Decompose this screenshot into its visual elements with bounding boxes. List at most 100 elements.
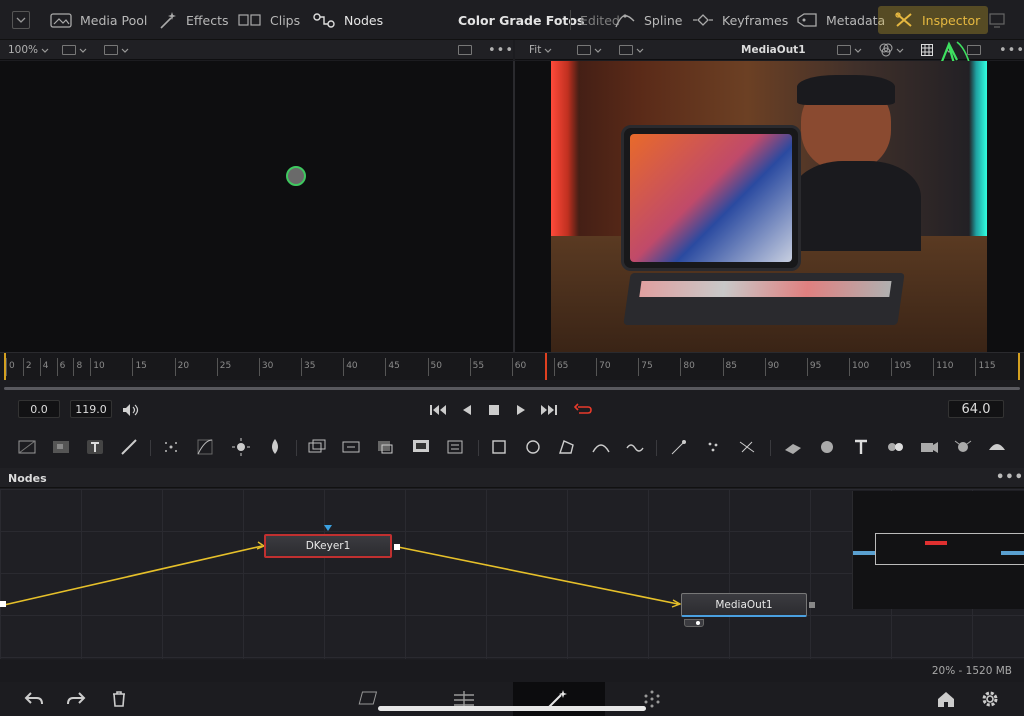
stop-button[interactable] xyxy=(485,401,503,419)
ruler-tick xyxy=(764,358,766,376)
lut-dropdown[interactable] xyxy=(837,43,862,57)
ruler-tick xyxy=(722,358,724,376)
redo-button[interactable] xyxy=(64,688,88,710)
fit-dropdown[interactable]: Fit xyxy=(529,43,552,57)
color-corrector-tool-icon[interactable] xyxy=(264,436,286,458)
media-pool-button[interactable]: Media Pool xyxy=(50,0,147,40)
spline-button[interactable]: Spline xyxy=(614,0,682,40)
left-viewer-more-icon[interactable]: ••• xyxy=(488,43,514,58)
ruler-tick xyxy=(638,358,640,376)
undo-button[interactable] xyxy=(22,688,46,710)
ruler-label: 25 xyxy=(219,361,232,371)
clips-button[interactable]: Clips xyxy=(238,0,300,40)
left-viewer-layout-button[interactable] xyxy=(458,43,472,57)
mediaout-output-port[interactable] xyxy=(809,602,815,608)
time-ruler[interactable]: 0 2 4 6 8 10 15 20 25 30 35 40 45 50 55 60 65 70 75 80 85 90 9… xyxy=(0,352,1024,381)
input-port[interactable] xyxy=(0,601,6,607)
nodes-button[interactable]: Nodes xyxy=(312,0,383,40)
play-button[interactable] xyxy=(512,401,530,419)
metadata-button[interactable]: Metadata xyxy=(796,0,885,40)
right-viewer-more-icon[interactable]: ••• xyxy=(999,43,1024,58)
nodes-more-icon[interactable]: ••• xyxy=(996,470,1024,485)
node-view-indicator[interactable] xyxy=(684,619,704,627)
particle-render-tool-icon[interactable] xyxy=(702,436,724,458)
play-reverse-button[interactable] xyxy=(458,401,476,419)
inspector-label: Inspector xyxy=(922,12,981,28)
loop-button[interactable] xyxy=(574,401,592,419)
audio-toggle[interactable] xyxy=(122,401,140,419)
left-viewer[interactable] xyxy=(0,61,513,352)
background-tool-icon[interactable] xyxy=(16,436,38,458)
fast-noise-tool-icon[interactable] xyxy=(50,436,72,458)
workspace-menu-button[interactable] xyxy=(12,11,30,29)
shape-3d-tool-icon[interactable] xyxy=(816,436,838,458)
playhead[interactable] xyxy=(545,353,547,381)
grid-toggle[interactable] xyxy=(921,43,933,57)
tracker-tool-icon[interactable] xyxy=(624,436,646,458)
node-graph[interactable]: DKeyer1 MediaOut1 xyxy=(0,489,1024,659)
channel-booleans-tool-icon[interactable] xyxy=(340,436,362,458)
render-start-marker[interactable] xyxy=(4,353,6,381)
particles-tool-icon[interactable] xyxy=(160,436,182,458)
chevron-down-icon xyxy=(79,48,87,53)
merge-3d-tool-icon[interactable] xyxy=(884,436,906,458)
ruler-tick xyxy=(680,358,682,376)
channel-dropdown[interactable] xyxy=(577,43,602,57)
image-plane-3d-tool-icon[interactable] xyxy=(782,436,804,458)
keyframes-button[interactable]: Keyframes xyxy=(692,0,788,40)
render-end-marker[interactable] xyxy=(1018,353,1020,381)
global-end-time[interactable]: 119.0 xyxy=(70,400,112,418)
ellipse-mask-tool-icon[interactable] xyxy=(522,436,544,458)
divider xyxy=(770,440,771,456)
chevron-down-icon xyxy=(16,17,26,23)
particle-style-tool-icon[interactable] xyxy=(736,436,758,458)
luma-keyer-tool-icon[interactable] xyxy=(410,436,432,458)
right-viewer[interactable] xyxy=(515,61,1024,352)
matte-control-tool-icon[interactable] xyxy=(374,436,396,458)
go-to-end-button[interactable] xyxy=(540,401,558,419)
nodes-panel-title: Nodes xyxy=(8,472,47,485)
mask-input-triangle-icon[interactable] xyxy=(324,525,332,531)
inspector-button[interactable]: Inspector xyxy=(878,6,988,34)
effects-button[interactable]: Effects xyxy=(158,0,229,40)
camera-3d-tool-icon[interactable] xyxy=(918,436,940,458)
brightness-contrast-tool-icon[interactable] xyxy=(230,436,252,458)
ruler-tick xyxy=(596,358,598,376)
node-dkeyer1[interactable]: DKeyer1 xyxy=(264,534,392,558)
control-point-handle[interactable] xyxy=(286,166,306,186)
overlay-dropdown[interactable] xyxy=(619,43,644,57)
navigator-viewport[interactable] xyxy=(875,533,1024,565)
fullscreen-button[interactable] xyxy=(988,12,1006,28)
output-port[interactable] xyxy=(394,544,400,550)
delete-button[interactable] xyxy=(107,688,131,710)
spot-light-tool-icon[interactable] xyxy=(952,436,974,458)
particle-emitter-tool-icon[interactable] xyxy=(668,436,690,458)
color-dropdown[interactable] xyxy=(879,43,904,57)
chevron-down-icon xyxy=(121,48,129,53)
home-button[interactable] xyxy=(934,688,958,710)
spline-label: Spline xyxy=(644,12,683,28)
color-curves-tool-icon[interactable] xyxy=(194,436,216,458)
overlay-dropdown[interactable] xyxy=(104,43,129,57)
merge-tool-icon[interactable] xyxy=(306,436,328,458)
paint-tool-icon[interactable] xyxy=(118,436,140,458)
go-to-start-button[interactable] xyxy=(429,401,447,419)
zoom-dropdown[interactable]: 100% xyxy=(8,43,49,57)
rectangle-mask-tool-icon[interactable] xyxy=(488,436,510,458)
renderer-3d-tool-icon[interactable] xyxy=(986,436,1008,458)
current-frame[interactable]: 64.0 xyxy=(948,400,1004,418)
node-mediaout1[interactable]: MediaOut1 xyxy=(681,593,807,617)
keyboard-keys xyxy=(639,281,892,297)
polygon-mask-tool-icon[interactable] xyxy=(556,436,578,458)
channel-dropdown[interactable] xyxy=(62,43,87,57)
settings-button[interactable] xyxy=(978,688,1002,710)
global-start-time[interactable]: 0.0 xyxy=(18,400,60,418)
node-navigator[interactable] xyxy=(852,491,1024,609)
text-tool-icon[interactable] xyxy=(84,436,106,458)
transform-tool-icon[interactable] xyxy=(444,436,466,458)
ruler-tick xyxy=(343,358,345,376)
left-viewer-toolbar: 100% ••• xyxy=(0,40,513,60)
bspline-mask-tool-icon[interactable] xyxy=(590,436,612,458)
scrub-bar[interactable] xyxy=(0,380,1024,396)
text-3d-tool-icon[interactable] xyxy=(850,436,872,458)
